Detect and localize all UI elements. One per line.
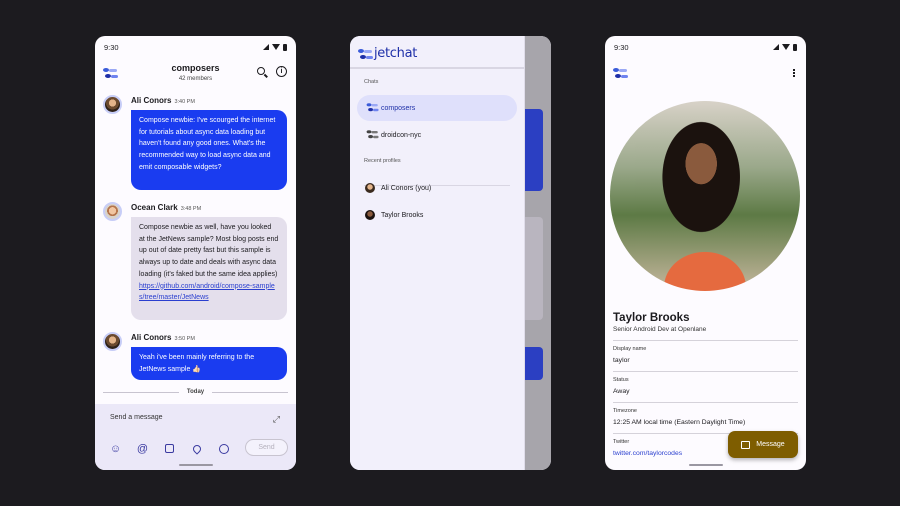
wifi-icon: [782, 44, 790, 50]
message-input[interactable]: Send a message: [110, 414, 163, 421]
status-bar: 9:30: [95, 36, 296, 58]
author-name: Ali Conors: [131, 96, 172, 105]
drawer-item-taylor-brooks[interactable]: Taylor Brooks: [357, 202, 517, 228]
twitter-link[interactable]: twitter.com/taylorcodes: [613, 450, 682, 457]
pin-shape: [190, 442, 203, 455]
system-icons: [263, 43, 287, 51]
system-icons: [773, 43, 797, 51]
chats-section-header: Chats: [364, 79, 379, 85]
divider-line: [212, 391, 289, 393]
message-author: Ali Conors 3:50 PM: [131, 333, 195, 342]
message-icon: [741, 440, 751, 449]
gesture-bar: [178, 464, 213, 466]
day-label: Today: [186, 389, 205, 395]
location-icon[interactable]: [190, 442, 203, 455]
avatar[interactable]: [103, 332, 122, 351]
drawer-item-label: Taylor Brooks: [381, 211, 424, 219]
peek-bubble: [525, 109, 543, 191]
brand-wordmark: jetchat: [374, 46, 418, 61]
profile-field-display-name: Display name taylor: [613, 340, 798, 370]
message-bubble[interactable]: Compose newbie as well, have you looked …: [131, 217, 287, 320]
message-text: Compose newbie as well, have you looked …: [139, 224, 279, 278]
conversation-screen: 9:30 composers 42 members i Ali Conors 3:…: [95, 36, 296, 470]
more-options-icon[interactable]: [793, 69, 795, 71]
channel-icon: [366, 102, 380, 113]
avatar: [365, 183, 375, 193]
drawer-item-droidcon-nyc[interactable]: droidcon-nyc: [357, 122, 517, 148]
avatar[interactable]: [103, 95, 122, 114]
info-icon[interactable]: i: [276, 66, 287, 77]
drawer-header: jetchat: [350, 36, 524, 69]
mention-icon[interactable]: @: [136, 442, 149, 455]
input-toolbar: ☺ @: [109, 442, 230, 455]
message-author: Ali Conors 3:40 PM: [131, 96, 195, 105]
drawer-item-composers[interactable]: composers: [357, 95, 517, 121]
field-label: Display name: [613, 346, 647, 352]
day-divider: Today: [103, 386, 289, 398]
avatar[interactable]: [103, 202, 122, 221]
field-value: 12:25 AM local time (Eastern Daylight Ti…: [613, 419, 746, 426]
peek-bubble: [525, 347, 543, 380]
status-time: 9:30: [104, 42, 119, 52]
profile-position: Senior Android Dev at Openlane: [613, 326, 707, 333]
channel-title: composers: [171, 63, 220, 73]
message-link[interactable]: https://github.com/android/compose-sampl…: [139, 283, 275, 302]
scrim-behind-drawer[interactable]: [525, 36, 551, 470]
expand-icon[interactable]: ⤢: [273, 414, 280, 425]
message-bubble[interactable]: Compose newbie: I've scourged the intern…: [131, 110, 287, 190]
emoji-icon[interactable]: ☺: [109, 442, 122, 455]
message-author: Ocean Clark 3:48 PM: [131, 203, 201, 212]
jetchat-logo-icon[interactable]: [613, 67, 629, 81]
status-bar: 9:30: [605, 36, 806, 58]
gesture-bar: [688, 464, 723, 466]
signal-icon: [263, 44, 269, 50]
field-value: Away: [613, 388, 630, 395]
battery-icon: [793, 43, 797, 51]
message-bubble[interactable]: Yeah i've been mainly referring to the J…: [131, 347, 287, 380]
video-shape: [218, 443, 229, 454]
author-name: Ocean Clark: [131, 203, 178, 212]
drawer-item-label: Ali Conors (you): [381, 184, 432, 192]
profile-photo: [610, 101, 800, 291]
message-fab[interactable]: Message: [728, 431, 798, 458]
field-label: Twitter: [613, 439, 630, 445]
status-time: 9:30: [614, 42, 629, 52]
video-call-icon[interactable]: [217, 442, 230, 455]
wifi-icon: [272, 44, 280, 50]
signal-icon: [773, 44, 779, 50]
image-icon[interactable]: [163, 442, 176, 455]
message-time: 3:48 PM: [180, 206, 202, 212]
fab-label: Message: [756, 441, 785, 448]
search-icon[interactable]: [257, 67, 265, 75]
navigation-drawer: jetchat Chats composers droidcon-nyc Rec…: [350, 36, 525, 470]
profile-name: Taylor Brooks: [613, 312, 690, 324]
jetchat-logo-icon: [358, 48, 374, 62]
drawer-item-label: composers: [381, 104, 416, 112]
avatar: [365, 210, 375, 220]
channel-app-bar: composers 42 members i: [95, 58, 296, 94]
profile-field-timezone: Timezone 12:25 AM local time (Eastern Da…: [613, 402, 798, 432]
message-time: 3:40 PM: [174, 99, 195, 105]
image-frame: [165, 444, 174, 453]
profiles-section-header: Recent profiles: [364, 158, 401, 164]
message-time: 3:50 PM: [174, 336, 195, 342]
drawer-item-ali-conors[interactable]: Ali Conors (you): [357, 175, 517, 201]
send-button[interactable]: Send: [245, 439, 288, 456]
field-label: Timezone: [613, 408, 637, 414]
profile-field-status: Status Away: [613, 371, 798, 401]
drawer-item-label: droidcon-nyc: [381, 131, 422, 139]
field-label: Status: [613, 377, 629, 383]
channel-icon: [366, 129, 380, 140]
divider-line: [103, 391, 179, 393]
profile-screen: 9:30 Taylor Brooks Senior Android Dev at…: [605, 36, 806, 470]
author-name: Ali Conors: [131, 333, 172, 342]
peek-bubble: [525, 217, 543, 320]
message-input-bar: Send a message ⤢ ☺ @ Send: [95, 404, 296, 470]
drawer-screen: jetchat Chats composers droidcon-nyc Rec…: [350, 36, 551, 470]
field-value: taylor: [613, 357, 630, 364]
battery-icon: [283, 43, 287, 51]
